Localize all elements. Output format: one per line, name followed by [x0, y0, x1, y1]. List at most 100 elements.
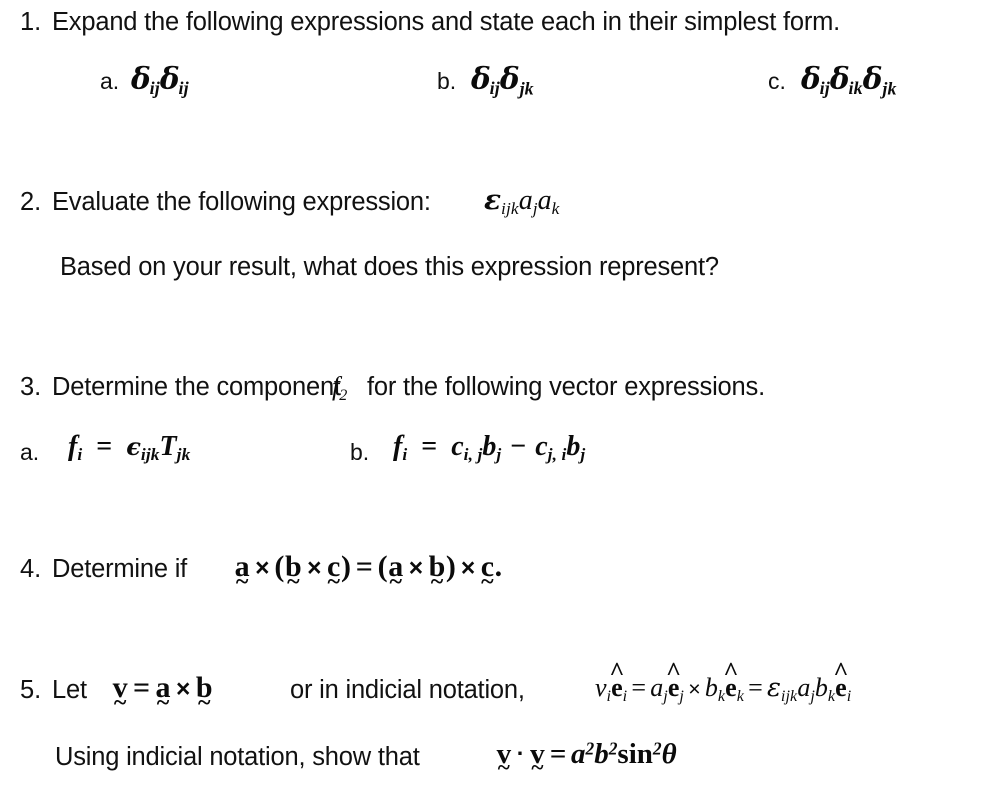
problem-3-part-a-expression: fi = ϵijkTjk — [68, 433, 190, 464]
minus-sign: − — [510, 431, 527, 462]
problem-1-part-b-expression: δijδjk — [471, 61, 534, 99]
delta-symbol: δ — [801, 61, 821, 96]
problem-3-part-b-expression: fi = ci, jbj − cj, ibj — [393, 433, 585, 464]
exponent-two: 2 — [652, 738, 662, 759]
letter-b: b — [704, 673, 718, 702]
epsilon-symbol: ε — [766, 673, 781, 703]
open-paren: ( — [274, 550, 285, 583]
letter-b: b — [594, 738, 609, 770]
times-sign: × — [688, 676, 701, 701]
letter-a: a — [537, 185, 552, 216]
unit-vector-e-hat: e — [725, 675, 737, 701]
index-jk: jk — [176, 445, 191, 465]
letter-c: c — [451, 431, 464, 462]
letter-f: f — [393, 431, 403, 462]
index-ij: ij — [819, 78, 830, 99]
problem-5-indicial-expression: viei=ajej×bkek=εijkajbkei — [595, 675, 851, 705]
vector-v: v — [112, 673, 128, 703]
problem-1-part-a-label: a. — [100, 68, 120, 94]
index-j: j — [580, 445, 586, 465]
index-ik: ik — [848, 78, 863, 99]
equals-sign: = — [549, 738, 567, 770]
times-sign: × — [255, 554, 270, 582]
theta-symbol: θ — [661, 738, 677, 770]
vector-a: a — [155, 673, 171, 703]
index-ijk: ijk — [780, 687, 798, 705]
close-paren: ) — [340, 550, 351, 583]
vector-v: v — [530, 740, 546, 769]
problem-1-part-c-expression: δijδikδjk — [801, 61, 897, 99]
delta-symbol: δ — [829, 61, 850, 96]
vector-a: a — [388, 552, 404, 582]
index-ij: ij — [149, 78, 160, 99]
letter-T: T — [159, 431, 177, 462]
problem-3-part-a-label: a. — [20, 439, 40, 465]
exponent-two: 2 — [585, 738, 595, 759]
letter-c: c — [535, 431, 548, 462]
problem-3-prompt-after: for the following vector expressions. — [367, 373, 765, 401]
sine-function: sin — [617, 738, 653, 770]
index-i: i — [846, 687, 852, 705]
problem-1-part-b-label: b. — [437, 68, 457, 94]
problem-2-number: 2. — [20, 188, 42, 216]
vector-a: a — [234, 552, 250, 582]
problem-5-vector-expression: v=a×b — [112, 673, 213, 703]
problem-3-prompt-symbol: f2 — [332, 374, 347, 404]
worksheet-page: 1. Expand the following expressions and … — [0, 0, 995, 789]
problem-1-part-a-expression: δijδij — [131, 61, 189, 99]
letter-f: f — [68, 431, 78, 462]
equals-sign: = — [355, 550, 373, 583]
vector-b: b — [428, 552, 446, 582]
delta-symbol: δ — [862, 61, 883, 96]
index-k: k — [717, 687, 726, 705]
problem-2-followup: Based on your result, what does this exp… — [60, 253, 719, 281]
period: . — [494, 550, 503, 583]
epsilon-symbol: ϵ — [126, 432, 141, 461]
times-sign: × — [175, 675, 191, 703]
unit-vector-e-hat: e — [668, 675, 680, 701]
unit-vector-e-hat: e — [611, 675, 623, 701]
letter-b: b — [814, 673, 828, 702]
problem-1-part-c-label: c. — [768, 68, 786, 94]
letter-a: a — [571, 738, 586, 770]
problem-5-prompt: Let — [52, 676, 87, 704]
index-comma-ji: j, i — [547, 445, 567, 465]
close-paren: ) — [445, 550, 456, 583]
problem-4-expression: a×(b×c)=(a×b)×c. — [234, 550, 503, 583]
vector-c: c — [326, 552, 341, 582]
delta-symbol: δ — [499, 61, 520, 96]
problem-3-prompt-before: Determine the component — [52, 373, 341, 401]
dot-product-sign: · — [516, 740, 525, 767]
problem-5-prompt-mid: or in indicial notation, — [290, 676, 525, 704]
problem-5-number: 5. — [20, 676, 42, 704]
problem-2-prompt: Evaluate the following expression: — [52, 188, 431, 216]
delta-symbol: δ — [471, 61, 491, 96]
times-sign: × — [460, 554, 476, 582]
letter-b: b — [566, 431, 581, 462]
index-comma-ij: i, j — [463, 445, 483, 465]
problem-3-part-b-label: b. — [350, 439, 370, 465]
problem-4-number: 4. — [20, 555, 42, 583]
times-sign: × — [307, 554, 322, 582]
letter-a: a — [518, 185, 533, 216]
vector-b: b — [195, 673, 213, 703]
index-ij: ij — [489, 78, 500, 99]
index-ijk: ijk — [140, 445, 160, 465]
problem-5-prompt-last: Using indicial notation, show that — [55, 743, 420, 771]
letter-a: a — [797, 673, 811, 702]
delta-symbol: δ — [159, 61, 180, 96]
index-jk: jk — [882, 78, 897, 99]
equals-sign: = — [96, 431, 113, 462]
equals-sign: = — [132, 671, 151, 704]
open-paren: ( — [377, 550, 388, 583]
letter-b: b — [482, 431, 497, 462]
problem-3-number: 3. — [20, 373, 42, 401]
letter-v: v — [595, 673, 607, 702]
problem-1-number: 1. — [20, 8, 42, 36]
delta-symbol: δ — [131, 61, 151, 96]
equals-sign: = — [421, 431, 438, 462]
index-ijk: ijk — [501, 199, 519, 219]
index-k: k — [551, 199, 560, 219]
vector-b: b — [284, 552, 302, 582]
index-ij: ij — [178, 78, 189, 99]
